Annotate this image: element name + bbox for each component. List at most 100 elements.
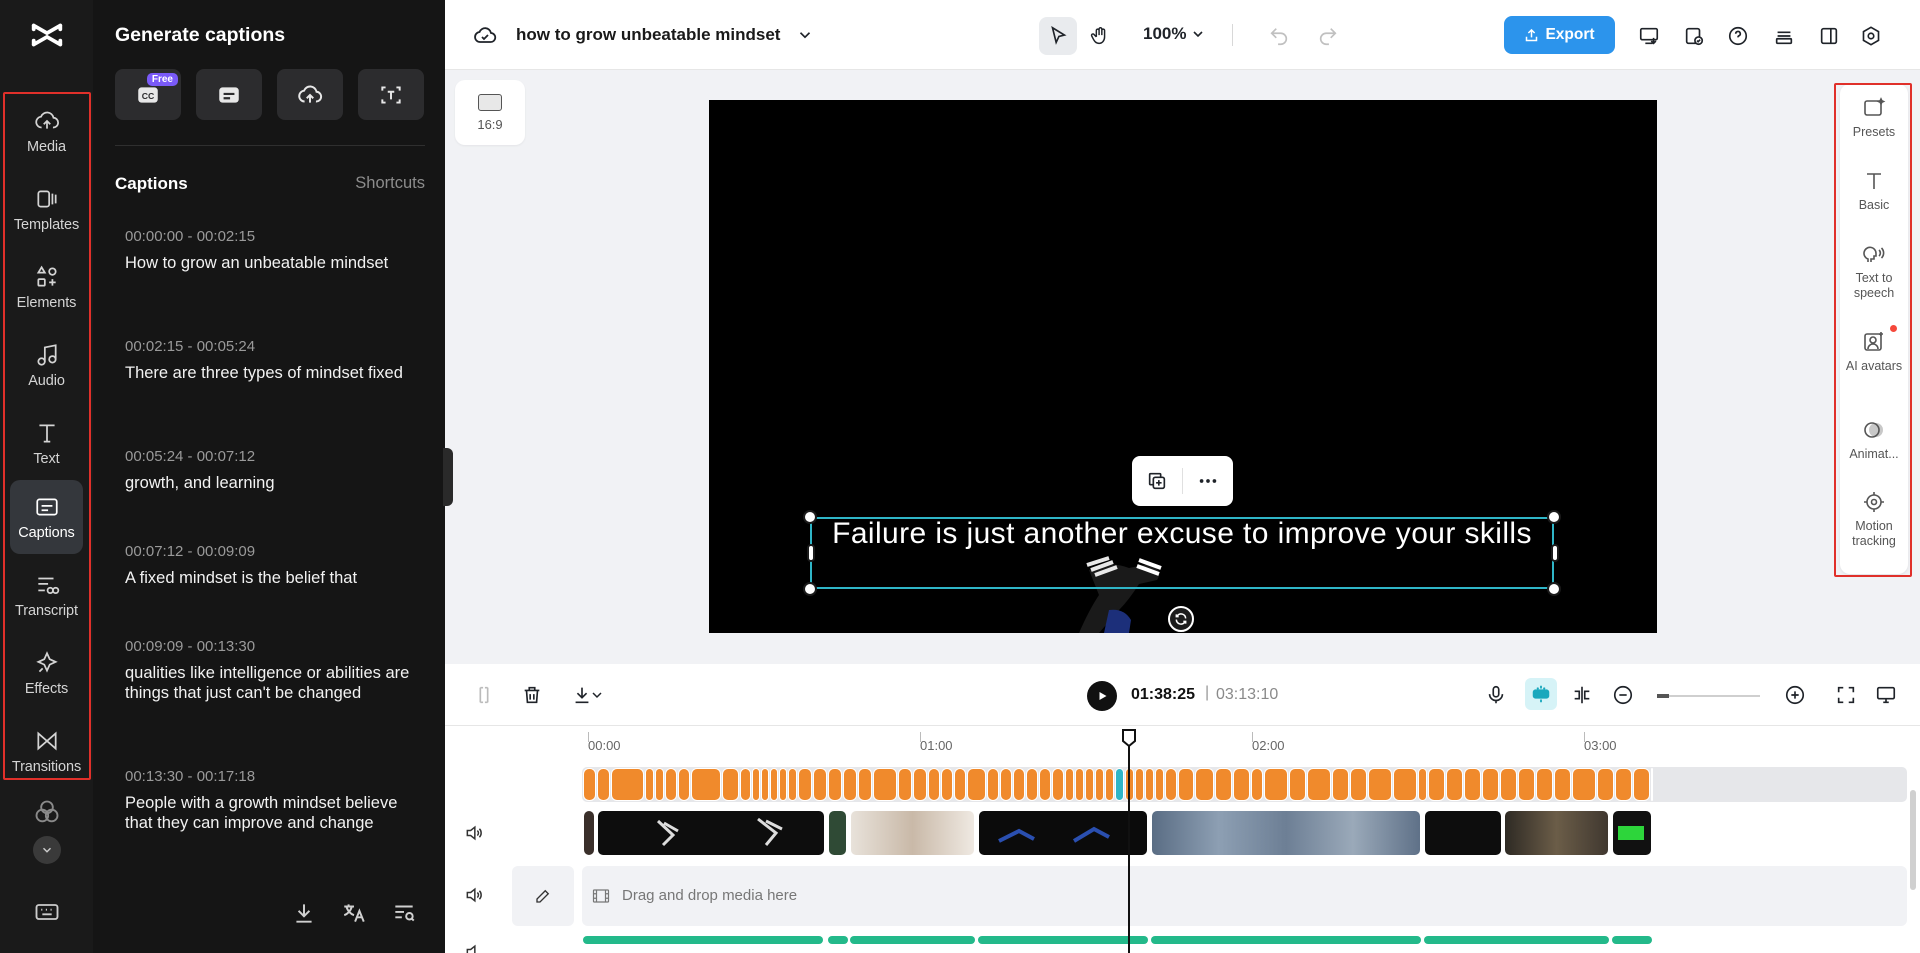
caption-text[interactable]: There are three types of mindset fixed [125,363,415,383]
caption-selection-box[interactable] [810,517,1554,589]
video-clip[interactable] [978,810,1148,856]
caption-clip[interactable] [1418,768,1427,801]
volume-icon[interactable] [464,885,484,905]
caption-text[interactable]: How to grow an unbeatable mindset [125,253,415,273]
caption-clip[interactable] [1000,768,1012,801]
resize-handle-left[interactable] [807,544,815,562]
caption-clip[interactable] [1115,768,1124,801]
split-button[interactable] [471,682,497,708]
project-title[interactable]: how to grow unbeatable mindset [516,25,780,45]
caption-clip[interactable] [1332,768,1349,801]
fullscreen-button[interactable] [1833,682,1859,708]
magnet-snap-button[interactable] [1525,678,1557,710]
chevron-down-icon[interactable] [796,26,814,44]
caption-clip[interactable] [665,768,677,801]
caption-clip[interactable] [1572,768,1596,801]
timeline-zoom-slider[interactable] [1657,695,1760,697]
caption-clip[interactable] [1075,768,1084,801]
zoom-in-button[interactable] [1782,682,1808,708]
caption-clip[interactable] [1026,768,1038,801]
caption-clip[interactable] [928,768,940,801]
hand-tool-button[interactable] [1081,17,1119,55]
volume-icon[interactable] [464,823,484,843]
caption-clip[interactable] [1289,768,1306,801]
caption-clip[interactable] [1482,768,1499,801]
caption-clip[interactable] [1145,768,1154,801]
caption-item[interactable]: 00:13:30 - 00:17:18 People with a growth… [125,768,415,833]
caption-item[interactable]: 00:02:15 - 00:05:24 There are three type… [125,338,415,383]
caption-clip[interactable] [752,768,760,801]
video-clip[interactable] [1612,810,1652,856]
split-audio-button[interactable] [1569,682,1595,708]
caption-clip[interactable] [1393,768,1417,801]
caption-clip[interactable] [1195,768,1214,801]
caption-clip[interactable] [987,768,999,801]
caption-clip[interactable] [770,768,778,801]
caption-clip[interactable] [788,768,797,801]
caption-clip[interactable] [1651,768,1653,801]
resize-handle-right[interactable] [1551,544,1559,562]
caption-clip[interactable] [967,768,986,801]
download-icon[interactable] [291,900,317,926]
microphone-button[interactable] [1483,682,1509,708]
video-clip[interactable] [583,810,595,856]
manual-captions-button[interactable] [196,69,262,120]
caption-clip[interactable] [740,768,751,801]
caption-clip[interactable] [583,768,596,801]
caption-clip[interactable] [798,768,812,801]
video-clip[interactable] [1151,810,1421,856]
caption-clip[interactable] [1464,768,1481,801]
volume-icon[interactable] [464,942,484,953]
caption-text[interactable]: growth, and learning [125,473,415,493]
caption-clip[interactable] [1052,768,1064,801]
media-drop-zone[interactable]: Drag and drop media here [582,866,1907,926]
resize-handle-bottom-right[interactable] [1547,582,1561,596]
caption-text[interactable]: A fixed mindset is the belief that [125,568,415,588]
caption-clip[interactable] [1554,768,1571,801]
caption-clip[interactable] [813,768,827,801]
more-options-button[interactable] [1183,456,1233,506]
caption-clip[interactable] [1428,768,1445,801]
caption-clip[interactable] [1500,768,1517,801]
scan-captions-button[interactable] [358,69,424,120]
shortcuts-link[interactable]: Shortcuts [355,174,425,193]
caption-clip[interactable] [1178,768,1194,801]
undo-button[interactable] [1260,17,1298,55]
audio-clip[interactable] [978,936,1148,944]
caption-clip[interactable] [691,768,721,801]
audio-clip[interactable] [828,936,848,944]
redo-button[interactable] [1309,17,1347,55]
playhead-handle[interactable] [1121,728,1137,748]
caption-clip[interactable] [828,768,842,801]
video-clip[interactable] [1424,810,1502,856]
edit-track-button[interactable] [512,866,574,926]
caption-clip[interactable] [1518,768,1535,801]
timeline-scrollbar[interactable] [1910,790,1916,890]
caption-clip[interactable] [678,768,690,801]
caption-clip[interactable] [1307,768,1331,801]
caption-clip[interactable] [1233,768,1250,801]
caption-clip[interactable] [843,768,857,801]
caption-item[interactable]: 00:09:09 - 00:13:30 qualities like intel… [125,638,415,703]
chevron-down-icon[interactable] [1190,26,1206,42]
caption-clip[interactable] [1039,768,1051,801]
rotate-handle[interactable] [1168,606,1194,632]
caption-clip[interactable] [645,768,654,801]
panel-collapse-handle[interactable] [443,448,453,506]
caption-clip[interactable] [655,768,664,801]
delete-button[interactable] [519,682,545,708]
video-clip[interactable] [597,810,825,856]
audio-clip[interactable] [1424,936,1609,944]
caption-clip[interactable] [1446,768,1463,801]
caption-item[interactable]: 00:00:00 - 00:02:15 How to grow an unbea… [125,228,415,273]
caption-clip[interactable] [1615,768,1632,801]
help-button[interactable] [1719,17,1757,55]
audio-clip[interactable] [1151,936,1421,944]
duplicate-button[interactable] [1132,456,1182,506]
translate-icon[interactable] [341,900,367,926]
caption-text[interactable]: People with a growth mindset believe tha… [125,793,415,833]
download-options-button[interactable] [589,682,605,708]
rail-more-button[interactable] [33,836,61,864]
layout-button[interactable] [1810,17,1848,55]
aspect-ratio-button[interactable]: 16:9 [455,80,525,145]
